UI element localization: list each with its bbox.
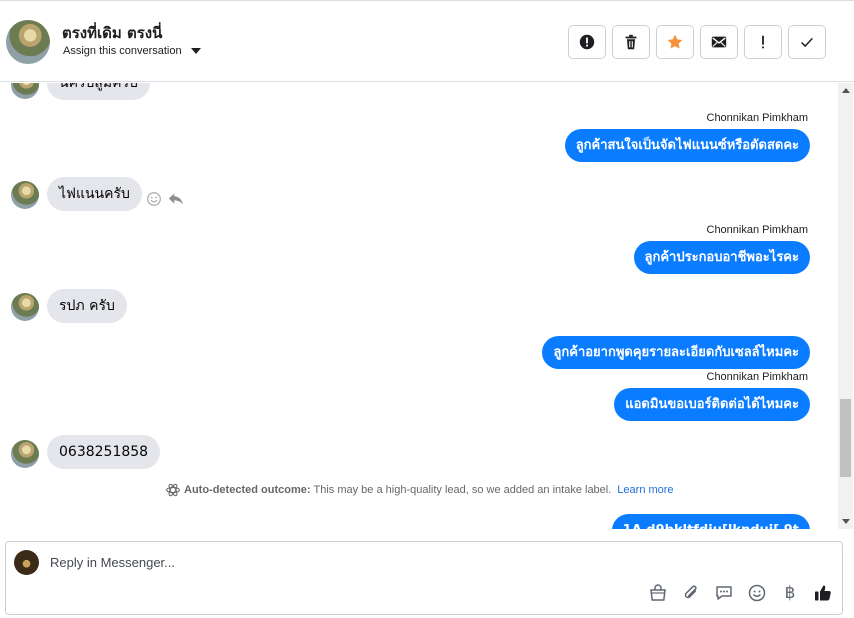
spam-button[interactable]: [568, 25, 606, 59]
thread-scrollbar[interactable]: [838, 83, 853, 529]
outgoing-message[interactable]: 1A d9bkltfdiu[lkndui[ 9t: [611, 514, 810, 529]
assign-label: Assign this conversation: [63, 45, 182, 57]
contact-avatar-small: [11, 293, 39, 321]
message-actions: [145, 190, 185, 208]
check-icon: [801, 37, 813, 48]
outcome-label: Auto-detected outcome:: [184, 484, 311, 496]
assign-conversation-dropdown[interactable]: Assign this conversation: [63, 45, 201, 57]
outgoing-message[interactable]: แอดมินขอเบอร์ติดต่อได้ไหมคะ: [614, 388, 810, 421]
reply-composer: ฿: [5, 541, 843, 615]
saved-reply-button[interactable]: [713, 582, 735, 604]
paperclip-icon: [684, 585, 697, 599]
trash-icon: [625, 34, 637, 50]
scroll-down-arrow-icon[interactable]: [842, 519, 850, 524]
shop-icon: [650, 584, 666, 601]
sender-name: Chonnikan Pimkham: [706, 371, 809, 383]
contact-avatar[interactable]: [6, 20, 50, 64]
conversation-actions-toolbar: [568, 25, 826, 59]
emoji-icon: [748, 584, 766, 602]
reply-input[interactable]: [50, 551, 750, 573]
scroll-up-arrow-icon[interactable]: [842, 88, 850, 93]
incoming-message[interactable]: 0638251858: [47, 435, 161, 469]
incoming-message[interactable]: นครบสูมครบ: [47, 83, 150, 100]
reply-icon[interactable]: [167, 190, 185, 208]
composer-tools: ฿: [647, 582, 834, 604]
payment-button[interactable]: ฿: [779, 582, 801, 604]
attach-button[interactable]: [680, 582, 702, 604]
delete-button[interactable]: [612, 25, 650, 59]
outgoing-message[interactable]: ลูกค้าสนใจเป็นจัดไฟแนนซ์หรือตัดสดคะ: [564, 129, 810, 162]
mark-unread-button[interactable]: [700, 25, 738, 59]
conversation-header: ตรงที่เดิม ตรงนี่ Assign this conversati…: [0, 0, 854, 82]
contact-name[interactable]: ตรงที่เดิม ตรงนี่: [62, 21, 162, 45]
like-button[interactable]: [812, 582, 834, 604]
emoji-button[interactable]: [746, 582, 768, 604]
shop-button[interactable]: [647, 582, 669, 604]
star-button[interactable]: [656, 25, 694, 59]
done-button[interactable]: [788, 25, 826, 59]
contact-avatar-small: [11, 83, 39, 99]
incoming-message[interactable]: รปภ ครับ: [47, 289, 127, 323]
learn-more-link[interactable]: Learn more: [617, 484, 673, 496]
thumbs-up-icon: [815, 585, 831, 601]
contact-avatar-small: [11, 440, 39, 468]
sender-name: Chonnikan Pimkham: [706, 224, 809, 236]
baht-icon: ฿: [784, 583, 796, 603]
scrollbar-thumb[interactable]: [840, 399, 851, 477]
atom-icon: [166, 483, 180, 497]
follow-up-button[interactable]: [744, 25, 782, 59]
contact-avatar-small: [11, 181, 39, 209]
saved-reply-icon: [716, 586, 732, 600]
outgoing-message[interactable]: ลูกค้าประกอบอาชีพอะไรคะ: [633, 241, 810, 274]
incoming-message[interactable]: ไฟแนนครับ: [47, 177, 142, 211]
exclamation-icon: [762, 35, 764, 49]
auto-detected-outcome-note: Auto-detected outcome: This may be a hig…: [165, 482, 674, 498]
message-thread[interactable]: นครบสูมครบ Chonnikan Pimkham ลูกค้าสนใจเ…: [0, 83, 838, 529]
sender-name: Chonnikan Pimkham: [706, 112, 809, 124]
alert-circle-icon: [579, 34, 595, 50]
react-emoji-icon[interactable]: [145, 190, 163, 208]
outcome-text: This may be a high-quality lead, so we a…: [313, 484, 612, 496]
page-avatar: [14, 550, 39, 575]
envelope-icon: [711, 36, 727, 48]
star-icon: [667, 34, 683, 49]
outgoing-message[interactable]: ลูกค้าอยากพูดคุยรายละเอียดกับเซลล์ไหมคะ: [542, 336, 810, 369]
caret-down-icon: [190, 48, 201, 54]
